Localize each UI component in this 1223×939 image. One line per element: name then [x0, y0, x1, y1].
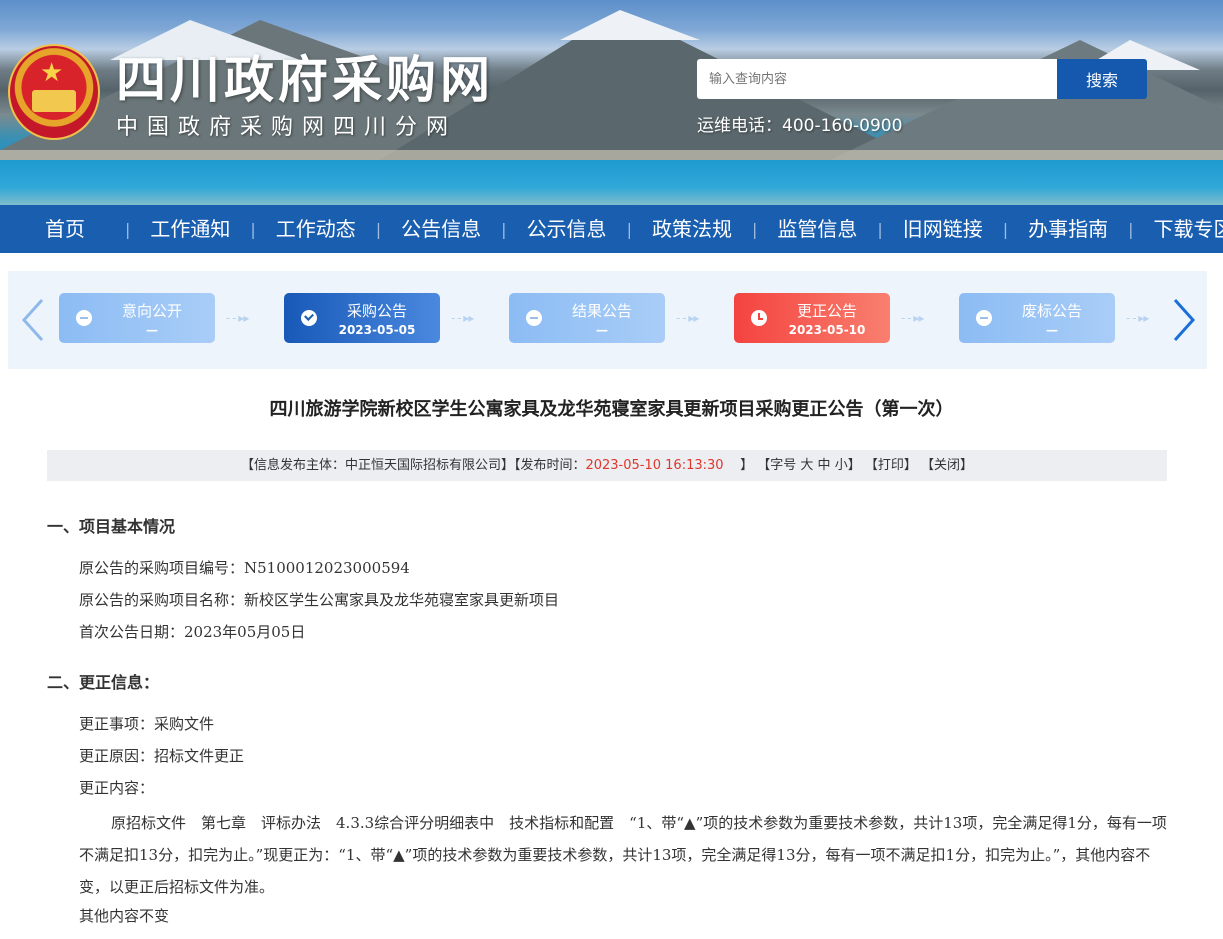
section-heading: 二、更正信息： [47, 673, 160, 692]
step-title: 采购公告 [346, 302, 407, 320]
step-title: 更正公告 [796, 302, 857, 320]
step-intent-public[interactable]: 意向公开 — [59, 293, 215, 343]
article-title: 四川旅游学院新校区学生公寓家具及龙华苑寝室家具更新项目采购更正公告（第一次） [269, 399, 954, 420]
site-header: ★ 四川政府采购网 中国政府采购网四川分网 搜索 运维电话：400-160-09… [0, 0, 1223, 205]
publish-time-close: 】 [740, 458, 754, 473]
hotline-text: 运维电话：400-160-0900 [697, 116, 903, 136]
header-background-lake [0, 160, 1223, 205]
step-date: — [596, 323, 608, 337]
nav-item-announcements[interactable]: 公告信息 [381, 205, 501, 253]
publisher-info: 【信息发布主体：中正恒天国际招标有限公司】【发布时间： [240, 458, 586, 473]
correction-reason-line: 更正原因：招标文件更正 [79, 747, 245, 765]
double-arrow-right-icon: - - ▸▸ [676, 311, 699, 325]
header-background-snow [560, 10, 700, 40]
procurement-stepper: 意向公开 — - - ▸▸ 采购公告 2023-05-05 - - ▸▸ 结果公… [8, 271, 1207, 369]
star-icon: ★ [40, 58, 64, 88]
nav-item-downloads[interactable]: 下载专区 [1134, 205, 1223, 253]
step-date: 2023-05-05 [338, 323, 416, 337]
double-arrow-right-icon: - - ▸▸ [1126, 311, 1149, 325]
step-date: — [146, 323, 158, 337]
publish-time: 2023-05-10 16:13:30 [585, 458, 724, 473]
double-arrow-right-icon: - - ▸▸ [451, 311, 474, 325]
search-input[interactable] [697, 59, 1057, 99]
step-result-notice[interactable]: 结果公告 — [509, 293, 665, 343]
close-link[interactable]: 【关闭】 [921, 458, 973, 473]
nav-item-supervision[interactable]: 监管信息 [757, 205, 877, 253]
step-title: 意向公开 [121, 302, 182, 320]
step-procurement-notice[interactable]: 采购公告 2023-05-05 [284, 293, 440, 343]
nav-item-work-news[interactable]: 工作动态 [256, 205, 376, 253]
font-size-large-link[interactable]: 大 [800, 458, 813, 473]
main-nav: 首页 | 工作通知 | 工作动态 | 公告信息 | 公示信息 | 政策法规 | … [0, 205, 1223, 253]
font-size-close: 】 [847, 458, 861, 473]
chevron-left-icon[interactable] [18, 297, 48, 343]
other-content-line: 其他内容不变 [79, 907, 170, 925]
print-link[interactable]: 【打印】 [865, 458, 917, 473]
font-size-medium-link[interactable]: 中 [818, 458, 831, 473]
correction-item-line: 更正事项：采购文件 [79, 715, 215, 733]
nav-item-old-site-link[interactable]: 旧网链接 [883, 205, 1003, 253]
step-title: 结果公告 [571, 302, 632, 320]
project-name-line: 原公告的采购项目名称：新校区学生公寓家具及龙华苑寝室家具更新项目 [79, 591, 560, 609]
double-arrow-right-icon: - - ▸▸ [901, 311, 924, 325]
correction-content-label: 更正内容： [79, 779, 155, 797]
font-size-small-link[interactable]: 小 [835, 458, 848, 473]
chevron-right-icon[interactable] [1169, 297, 1199, 343]
article-meta-bar: 【信息发布主体：中正恒天国际招标有限公司】【发布时间：2023-05-10 16… [47, 450, 1167, 481]
first-notice-date-line: 首次公告日期：2023年05月05日 [79, 623, 306, 641]
section-heading: 一、项目基本情况 [47, 517, 176, 536]
nav-item-work-notice[interactable]: 工作通知 [130, 205, 250, 253]
nav-item-guide[interactable]: 办事指南 [1008, 205, 1128, 253]
correction-content-body: 原招标文件 第七章 评标办法 4.3.3综合评分明细表中 技术指标和配置 “1、… [79, 814, 1167, 896]
site-title: 四川政府采购网 [116, 51, 494, 109]
step-correction-notice[interactable]: 更正公告 2023-05-10 [734, 293, 890, 343]
site-subtitle: 中国政府采购网四川分网 [116, 115, 458, 140]
emblem-gate-icon [32, 90, 76, 112]
step-date: 2023-05-10 [788, 323, 866, 337]
nav-item-policies[interactable]: 政策法规 [632, 205, 752, 253]
step-date: — [1046, 323, 1058, 337]
nav-item-home[interactable]: 首页 [0, 205, 125, 253]
font-size-label: 【字号 [757, 458, 797, 473]
nav-item-public-notices[interactable]: 公示信息 [507, 205, 627, 253]
national-emblem-logo: ★ [8, 44, 100, 140]
project-number-line: 原公告的采购项目编号：N5100012023000594 [79, 559, 410, 577]
double-arrow-right-icon: - - ▸▸ [226, 311, 249, 325]
step-cancellation-notice[interactable]: 废标公告 — [959, 293, 1115, 343]
search-button[interactable]: 搜索 [1057, 59, 1147, 99]
step-title: 废标公告 [1021, 302, 1082, 320]
